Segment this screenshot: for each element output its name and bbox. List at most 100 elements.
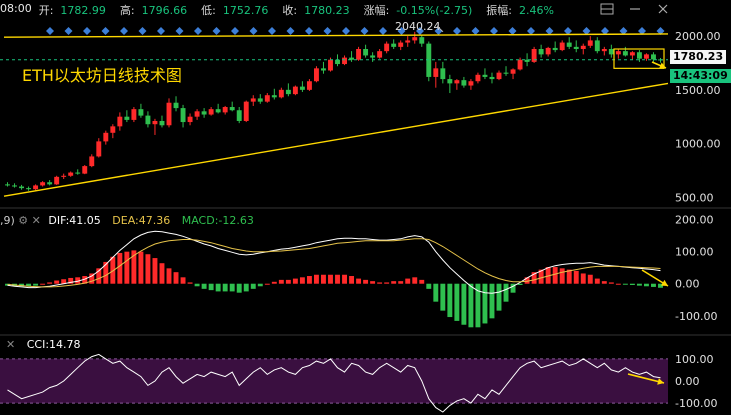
macd-bar xyxy=(426,283,432,289)
macd-bar xyxy=(405,278,411,284)
macd-bar xyxy=(117,252,123,284)
candle-body xyxy=(412,37,418,41)
candle-body xyxy=(229,107,235,111)
macd-bar xyxy=(124,251,130,284)
minimize-icon[interactable] xyxy=(628,3,642,15)
macd-bar xyxy=(152,258,158,284)
candle-body xyxy=(110,126,116,133)
price-tick-label: 500.00 xyxy=(675,191,714,204)
candle-body xyxy=(278,89,284,98)
macd-bar xyxy=(194,283,200,287)
macd-bar xyxy=(257,283,263,287)
candle-body xyxy=(643,54,649,59)
macd-bar xyxy=(559,268,565,284)
macd-bar xyxy=(271,281,277,284)
candle-body xyxy=(215,109,221,113)
close-icon[interactable] xyxy=(656,3,670,15)
macd-bar xyxy=(278,279,284,284)
close-value: 1780.23 xyxy=(304,4,350,17)
signal-diamond xyxy=(527,27,535,35)
macd-bar xyxy=(412,277,418,284)
cci-band xyxy=(0,358,668,404)
macd-bar xyxy=(292,278,298,284)
candle-body xyxy=(447,79,453,84)
candle-body xyxy=(187,116,193,123)
candle-body xyxy=(335,59,340,65)
macd-bar xyxy=(250,283,256,289)
trendlines xyxy=(0,33,669,197)
candle-body xyxy=(454,80,460,84)
candle-body xyxy=(391,43,397,47)
macd-axis: 200.00 100.00 0.00 -100.00 xyxy=(675,214,717,323)
candle-body xyxy=(243,101,249,121)
signal-diamond xyxy=(268,27,276,35)
dif-readout: DIF:41.05 xyxy=(48,214,101,227)
candle-body xyxy=(461,80,467,86)
macd-bar xyxy=(496,283,502,311)
candle-body xyxy=(552,47,558,51)
change-value: -0.15%(-2.75) xyxy=(396,4,473,17)
candle-body xyxy=(622,51,628,56)
cci-panel xyxy=(0,353,668,413)
signal-diamond xyxy=(360,27,369,35)
chart-title: ETH以太坊日线技术图 xyxy=(22,66,182,85)
crosshair-icon[interactable] xyxy=(600,3,614,15)
gear-icon[interactable]: ⚙ xyxy=(18,214,28,227)
macd-bar xyxy=(594,278,600,284)
candle-body xyxy=(208,109,214,115)
cci-tick-label: 0.00 xyxy=(675,375,700,388)
candle-body xyxy=(405,40,411,43)
macd-bar xyxy=(313,274,319,284)
candle-body xyxy=(173,102,179,109)
candle-body xyxy=(629,52,635,56)
close-icon[interactable]: ✕ xyxy=(6,338,15,351)
candle-body xyxy=(201,111,207,115)
signal-diamond xyxy=(545,27,554,35)
candle-body xyxy=(601,49,607,52)
macd-tick-label: 0.00 xyxy=(675,278,700,291)
candle-body xyxy=(145,115,151,125)
candle-body xyxy=(222,107,228,113)
candle-body xyxy=(489,76,495,80)
signal-diamond xyxy=(379,27,387,35)
candle-body xyxy=(559,42,565,51)
signal-diamond xyxy=(212,27,221,35)
amplitude-label: 振幅: xyxy=(486,4,512,17)
candle-body xyxy=(363,49,369,56)
close-icon[interactable]: ✕ xyxy=(32,214,41,227)
candle-body xyxy=(285,89,291,95)
macd-bar xyxy=(54,280,60,284)
macd-bar xyxy=(391,281,397,284)
candle-body xyxy=(321,68,326,71)
peak-label: 2040.24 xyxy=(395,20,441,33)
candle-body xyxy=(433,68,439,77)
candle-body xyxy=(138,109,144,116)
macd-bar xyxy=(47,282,53,284)
macd-bar xyxy=(489,283,495,319)
candle-body xyxy=(356,49,362,60)
candle-body xyxy=(54,176,60,185)
macd-bar xyxy=(180,277,186,284)
candle-body xyxy=(5,184,10,186)
macd-tick-label: 200.00 xyxy=(675,214,714,227)
open-label: 开: xyxy=(38,4,54,17)
candle-body xyxy=(398,42,404,47)
candle-body xyxy=(370,55,376,58)
signal-diamond xyxy=(175,27,184,35)
candle-body xyxy=(257,98,263,102)
signal-diamond xyxy=(471,27,480,35)
macd-bar xyxy=(356,278,362,284)
macd-bar xyxy=(419,279,425,284)
peak-marker: 2040.24 xyxy=(395,20,444,33)
candle-body xyxy=(377,51,383,58)
candle-body xyxy=(33,185,39,190)
macd-bar xyxy=(236,283,242,293)
signal-diamond xyxy=(46,27,54,35)
cci-header: ✕ CCI:14.78 xyxy=(6,338,81,351)
macd-bar xyxy=(173,272,179,284)
macd-bar xyxy=(285,279,291,284)
macd-bar xyxy=(482,283,488,324)
macd-bar xyxy=(440,283,446,311)
candle-body xyxy=(40,182,46,186)
macd-bar xyxy=(166,268,172,284)
